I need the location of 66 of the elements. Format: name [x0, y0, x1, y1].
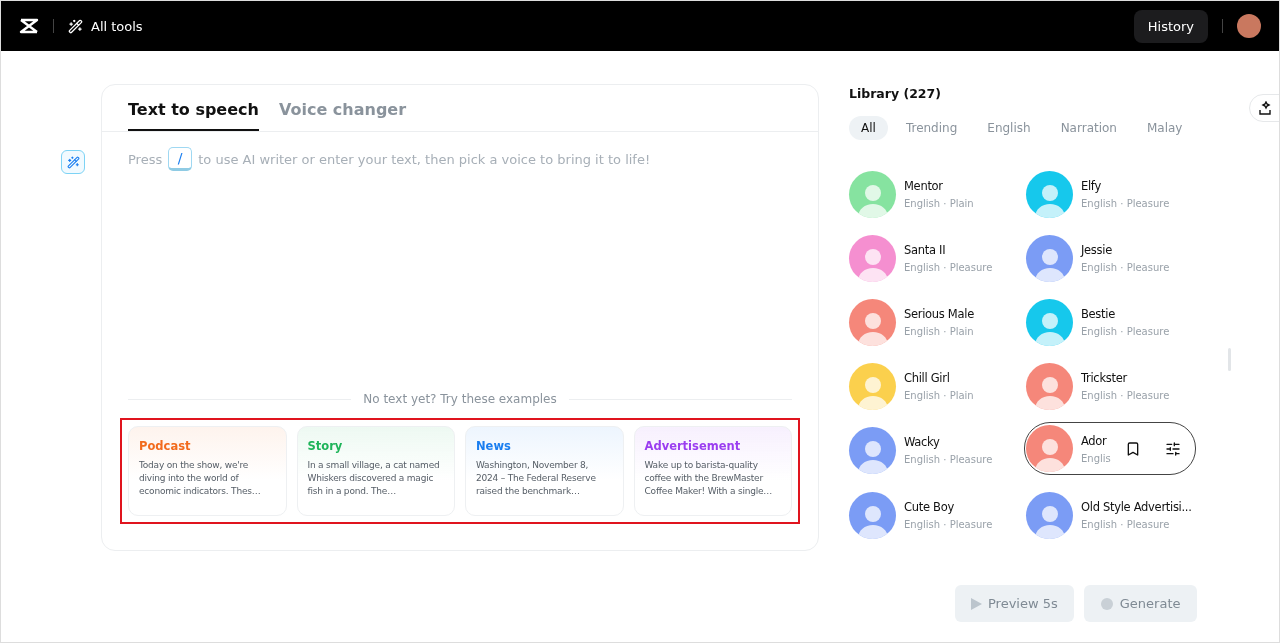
- magic-wand-icon: [66, 155, 80, 169]
- ai-writer-button[interactable]: [61, 150, 85, 174]
- voice-item[interactable]: Old Style Advertisi... English · Pleasure: [1026, 491, 1196, 539]
- filter-chip[interactable]: All: [849, 116, 888, 140]
- voice-item[interactable]: Jessie English · Pleasure: [1026, 234, 1196, 282]
- voice-name: Santa II: [904, 243, 947, 257]
- voice-name: Cute Boy: [904, 500, 955, 514]
- voice-meta: English · Pleasure: [1081, 198, 1171, 209]
- voice-meta: English · Plain: [904, 198, 975, 209]
- voice-meta: English · Pleasure: [1081, 519, 1171, 530]
- voice-meta: Englis: [1081, 452, 1112, 464]
- voice-item[interactable]: Santa II English · Pleasure: [849, 234, 1026, 282]
- voice-item[interactable]: Trickster English · Pleasure: [1026, 362, 1196, 410]
- voice-meta: English · Pleasure: [1081, 326, 1171, 337]
- example-text: Wake up to barista-quality coffee with the BrewMaster Coffee Maker! With a single…: [644, 459, 774, 498]
- example-title: Podcast: [139, 439, 192, 453]
- placeholder-text: to use AI writer or enter your text, then pick a voice to bring it to life!: [198, 152, 651, 167]
- example-card[interactable]: News Washington, November 8, 2024 – The Federal Reserve raised the benchmark…: [465, 426, 624, 516]
- voice-name: Ador: [1081, 433, 1108, 448]
- all-tools-link[interactable]: All tools: [68, 18, 143, 34]
- play-icon: [971, 597, 982, 610]
- examples-caption: No text yet? Try these examples: [363, 392, 557, 406]
- voice-item[interactable]: Cute Boy English · Pleasure: [849, 491, 1026, 539]
- example-card[interactable]: Podcast Today on the show, we're diving into the world of economic indicators. Thes…: [128, 426, 287, 516]
- history-button[interactable]: History: [1133, 9, 1208, 43]
- voice-name: Mentor: [904, 179, 944, 193]
- example-card[interactable]: Advertisement Wake up to barista-quality coffee with the BrewMaster Coffee Maker! With a single…: [633, 426, 792, 516]
- bookmark-icon: [1125, 440, 1141, 457]
- magic-wand-icon: [68, 18, 83, 34]
- voice-item[interactable]: Bestie English · Pleasure: [1026, 298, 1196, 346]
- voice-meta: English · Pleasure: [904, 454, 994, 465]
- voice-name: Wacky: [904, 435, 941, 449]
- example-text: In a small village, a cat named Whiskers discovered a magic fish in a pond. The…: [307, 459, 441, 498]
- example-text: Washington, November 8, 2024 – The Federal Reserve raised the benchmark…: [476, 459, 597, 498]
- voice-item[interactable]: Mentor English · Plain: [849, 170, 1026, 218]
- example-title: Story: [307, 439, 344, 453]
- voice-item[interactable]: Serious Male English · Plain: [849, 298, 1026, 346]
- tab[interactable]: Text to speech: [128, 100, 259, 131]
- voice-item[interactable]: Chill Girl English · Plain: [849, 362, 1026, 410]
- voice-name: Serious Male: [904, 307, 975, 321]
- voice-meta: English · Pleasure: [1081, 390, 1171, 401]
- voice-name: Trickster: [1081, 371, 1129, 385]
- voice-meta: English · Pleasure: [904, 519, 994, 530]
- voice-name: Elfy: [1081, 179, 1102, 193]
- voice-item[interactable]: Elfy English · Pleasure: [1026, 170, 1196, 218]
- voice-meta: English · Pleasure: [1081, 262, 1171, 273]
- voice-name: Jessie: [1081, 243, 1113, 257]
- example-title: Advertisement: [644, 439, 742, 453]
- voice-item[interactable]: Ador Englis: [1024, 422, 1196, 475]
- placeholder-text: Press: [128, 152, 163, 167]
- voice-meta: English · Pleasure: [904, 262, 994, 273]
- voice-name: Chill Girl: [904, 371, 951, 385]
- voice-meta: English · Plain: [904, 326, 975, 337]
- example-card[interactable]: Story In a small village, a cat named Whiskers discovered a magic fish in a pond. The…: [296, 426, 455, 516]
- example-title: News: [476, 439, 512, 453]
- user-avatar[interactable]: [1237, 14, 1261, 38]
- sliders-icon: [1165, 440, 1181, 457]
- example-text: Today on the show, we're diving into the world of economic indicators. Thes…: [139, 459, 262, 498]
- library-title: Library (227): [849, 86, 942, 101]
- logo-icon[interactable]: [19, 18, 39, 34]
- voice-item[interactable]: Wacky English · Pleasure: [849, 426, 1026, 474]
- voice-name: Old Style Advertisi...: [1081, 500, 1193, 514]
- slash-key: /: [168, 147, 193, 171]
- voice-meta: English · Plain: [904, 390, 975, 401]
- voice-name: Bestie: [1081, 307, 1116, 321]
- sparkle-icon: [1258, 101, 1272, 115]
